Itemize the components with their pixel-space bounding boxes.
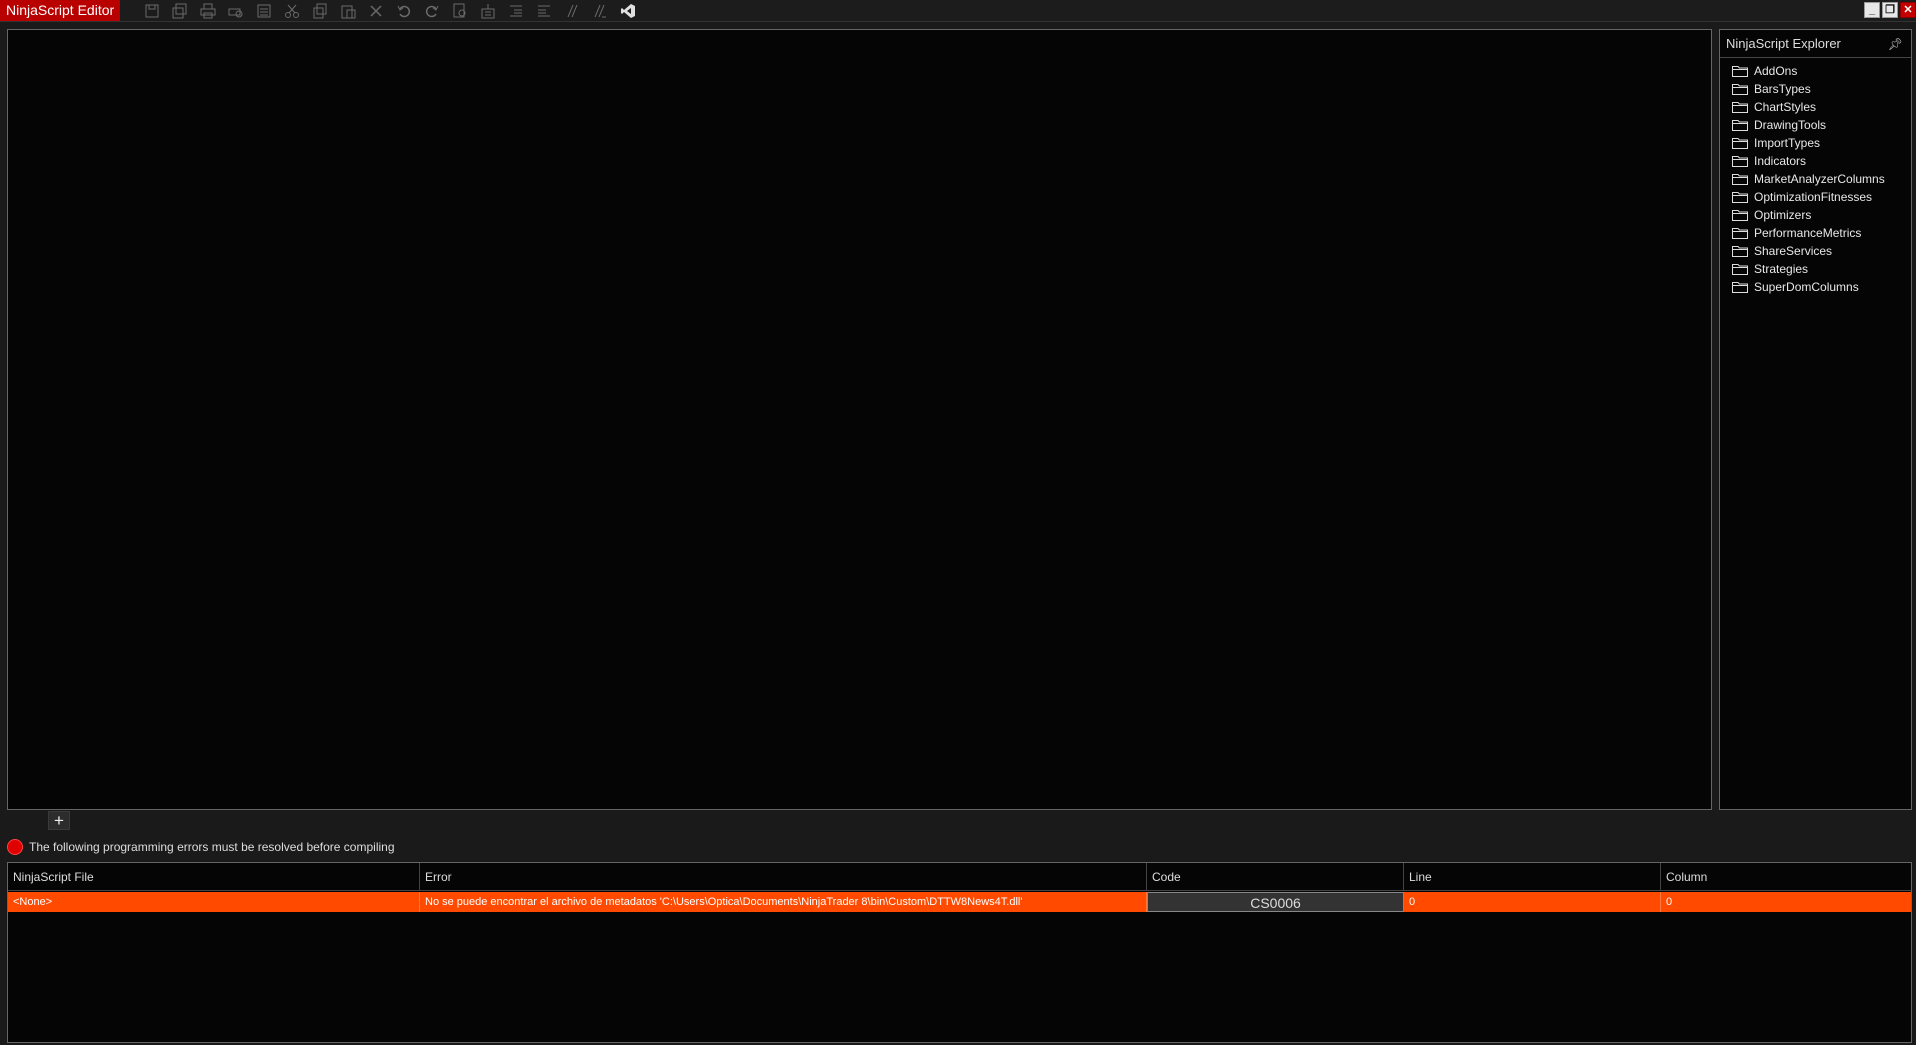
folder-icon xyxy=(1732,83,1748,95)
print-icon[interactable] xyxy=(194,1,222,21)
error-text-cell: No se puede encontrar el archivo de meta… xyxy=(420,892,1147,912)
error-code-cell[interactable]: CS0006 xyxy=(1147,892,1404,912)
explorer-folder-label: AddOns xyxy=(1754,64,1798,78)
compile-icon[interactable] xyxy=(474,1,502,21)
visual-studio-icon[interactable] xyxy=(614,1,642,21)
uncomment-icon[interactable] xyxy=(586,1,614,21)
folder-icon xyxy=(1732,137,1748,149)
explorer-folder-item[interactable]: ChartStyles xyxy=(1720,98,1911,116)
explorer-folder-label: Optimizers xyxy=(1754,208,1812,222)
error-file-cell: <None> xyxy=(8,892,420,912)
explorer-folder-item[interactable]: Strategies xyxy=(1720,260,1911,278)
window-title: NinjaScript Editor xyxy=(0,0,121,21)
print-preview-icon[interactable] xyxy=(222,1,250,21)
delete-icon[interactable] xyxy=(362,1,390,21)
explorer-title: NinjaScript Explorer xyxy=(1726,36,1841,51)
explorer-folder-item[interactable]: ImportTypes xyxy=(1720,134,1911,152)
explorer-folder-label: MarketAnalyzerColumns xyxy=(1754,172,1885,186)
error-line-cell: 0 xyxy=(1404,892,1661,912)
cut-icon[interactable] xyxy=(278,1,306,21)
window-controls: _ ❐ ✕ xyxy=(1864,2,1916,18)
title-bar: NinjaScript Editor _ ❐ ✕ xyxy=(0,0,1916,22)
pin-icon[interactable]: 📌︎ xyxy=(1888,30,1903,58)
save-icon[interactable] xyxy=(138,1,166,21)
explorer-folder-label: ChartStyles xyxy=(1754,100,1817,114)
minimize-button[interactable]: _ xyxy=(1864,2,1880,18)
error-column-cell: 0 xyxy=(1666,896,1673,908)
folder-icon xyxy=(1732,281,1748,293)
add-tab-button[interactable]: + xyxy=(48,811,70,830)
table-row[interactable]: <None> No se puede encontrar el archivo … xyxy=(8,892,1911,912)
explorer-folder-item[interactable]: PerformanceMetrics xyxy=(1720,224,1911,242)
explorer-folder-item[interactable]: DrawingTools xyxy=(1720,116,1911,134)
outdent-icon[interactable] xyxy=(502,1,530,21)
redo-icon[interactable] xyxy=(418,1,446,21)
explorer-folder-label: ImportTypes xyxy=(1754,136,1821,150)
folder-icon xyxy=(1732,119,1748,131)
toolbar xyxy=(138,1,642,21)
explorer-folder-label: BarsTypes xyxy=(1754,82,1811,96)
folder-icon xyxy=(1732,173,1748,185)
folder-icon xyxy=(1732,65,1748,77)
explorer-folder-item[interactable]: MarketAnalyzerColumns xyxy=(1720,170,1911,188)
explorer-folder-item[interactable]: ShareServices xyxy=(1720,242,1911,260)
explorer-folder-item[interactable]: Indicators xyxy=(1720,152,1911,170)
folder-icon xyxy=(1732,191,1748,203)
error-message: The following programming errors must be… xyxy=(7,838,395,856)
column-header-code[interactable]: Code xyxy=(1147,863,1404,890)
explorer-folder-label: SuperDomColumns xyxy=(1754,280,1859,294)
ninjascript-explorer: NinjaScript Explorer 📌︎ AddOns BarsTypes C… xyxy=(1719,29,1912,810)
restore-button[interactable]: ❐ xyxy=(1882,2,1898,18)
column-header-file[interactable]: NinjaScript File xyxy=(8,863,420,890)
find-icon[interactable] xyxy=(446,1,474,21)
column-header-error[interactable]: Error xyxy=(420,863,1147,890)
explorer-folder-item[interactable]: Optimizers xyxy=(1720,206,1911,224)
code-editor[interactable] xyxy=(7,29,1712,810)
error-message-text: The following programming errors must be… xyxy=(29,840,395,854)
explorer-folder-label: Indicators xyxy=(1754,154,1807,168)
folder-icon xyxy=(1732,227,1748,239)
explorer-folder-item[interactable]: OptimizationFitnesses xyxy=(1720,188,1911,206)
folder-icon xyxy=(1732,101,1748,113)
explorer-folder-label: DrawingTools xyxy=(1754,118,1827,132)
explorer-folder-label: OptimizationFitnesses xyxy=(1754,190,1873,204)
folder-icon xyxy=(1732,263,1748,275)
copy-icon[interactable] xyxy=(306,1,334,21)
explorer-folder-item[interactable]: SuperDomColumns xyxy=(1720,278,1911,296)
properties-icon[interactable] xyxy=(250,1,278,21)
explorer-folder-label: PerformanceMetrics xyxy=(1754,226,1862,240)
indent-icon[interactable] xyxy=(530,1,558,21)
explorer-tree: AddOns BarsTypes ChartStyles DrawingTools Im… xyxy=(1720,58,1911,296)
comment-icon[interactable] xyxy=(558,1,586,21)
explorer-header: NinjaScript Explorer 📌︎ xyxy=(1720,30,1911,58)
explorer-folder-item[interactable]: AddOns xyxy=(1720,62,1911,80)
undo-icon[interactable] xyxy=(390,1,418,21)
error-table-header: NinjaScript File Error Code Line Column xyxy=(8,863,1911,891)
folder-icon xyxy=(1732,245,1748,257)
explorer-folder-item[interactable]: BarsTypes xyxy=(1720,80,1911,98)
error-icon xyxy=(7,839,23,855)
explorer-folder-label: Strategies xyxy=(1754,262,1809,276)
column-header-line[interactable]: Line xyxy=(1404,863,1661,890)
error-table: NinjaScript File Error Code Line Column … xyxy=(7,862,1912,1043)
explorer-folder-label: ShareServices xyxy=(1754,244,1833,258)
folder-icon xyxy=(1732,209,1748,221)
save-all-icon[interactable] xyxy=(166,1,194,21)
folder-icon xyxy=(1732,155,1748,167)
paste-icon[interactable] xyxy=(334,1,362,21)
column-header-column[interactable]: Column xyxy=(1661,863,1911,890)
close-button[interactable]: ✕ xyxy=(1900,2,1916,18)
